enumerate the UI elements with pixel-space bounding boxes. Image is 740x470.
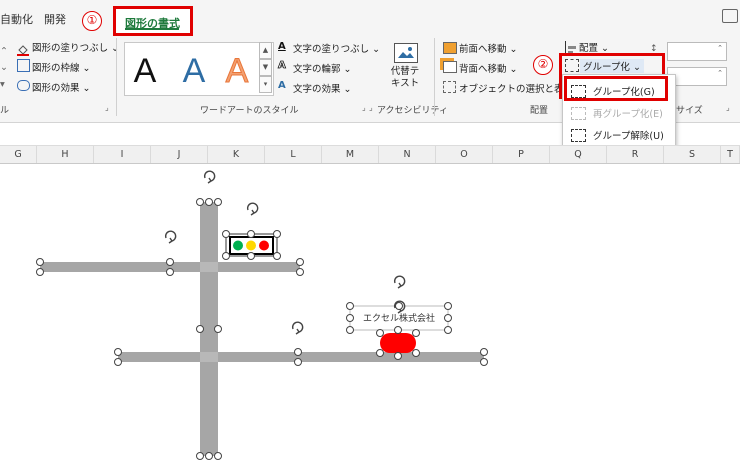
rotate-handle-icon[interactable] bbox=[291, 321, 304, 335]
signal-green-light bbox=[233, 240, 243, 251]
rotate-handle-icon[interactable] bbox=[393, 275, 406, 289]
rotate-handle-icon[interactable] bbox=[203, 170, 216, 184]
signal-yellow-light bbox=[246, 240, 256, 251]
signal-red-light bbox=[259, 240, 269, 251]
intersection-lower bbox=[200, 352, 218, 362]
intersection-upper bbox=[200, 262, 218, 272]
worksheet-canvas: エクセル株式会社 bbox=[36, 170, 488, 460]
company-building-shape[interactable] bbox=[380, 333, 416, 353]
rotate-handle-icon[interactable] bbox=[246, 202, 259, 216]
company-name-text: エクセル株式会社 bbox=[363, 312, 435, 324]
rotate-handle-icon[interactable] bbox=[164, 230, 177, 244]
